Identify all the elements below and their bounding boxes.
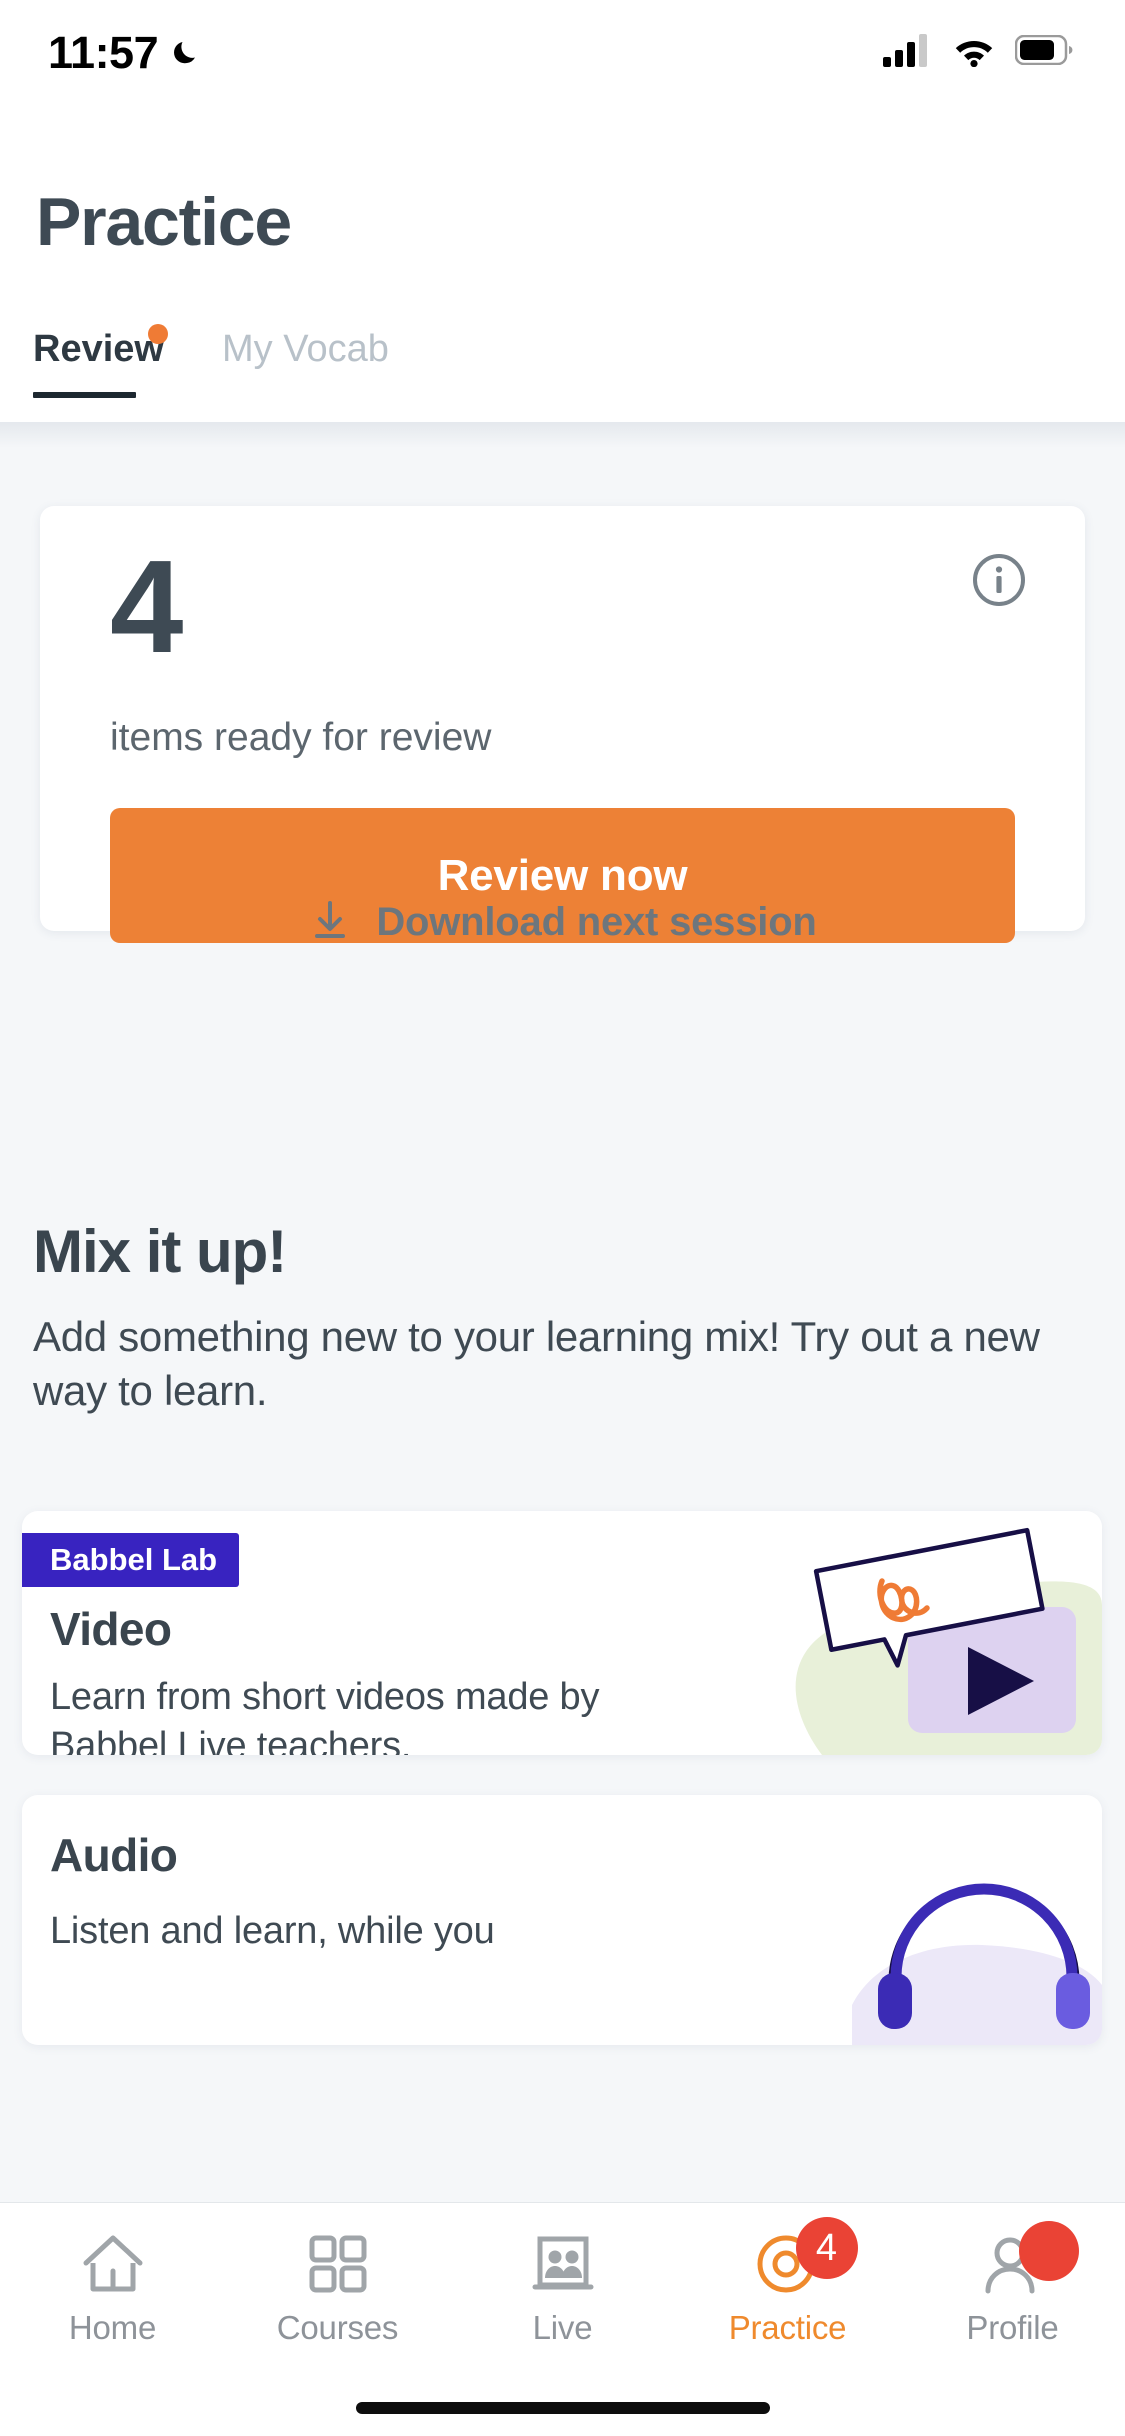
content-top-shadow bbox=[0, 422, 1125, 448]
babbel-lab-badge: Babbel Lab bbox=[22, 1533, 240, 1587]
status-bar-right bbox=[883, 33, 1073, 72]
download-next-session-label: Download next session bbox=[376, 900, 817, 944]
nav-item-courses[interactable]: Courses bbox=[225, 2203, 450, 2344]
grid-icon bbox=[307, 2231, 369, 2297]
home-indicator bbox=[355, 2402, 770, 2414]
nav-label-live: Live bbox=[532, 2309, 593, 2346]
target-icon: 4 bbox=[755, 2217, 858, 2297]
review-subtitle: items ready for review bbox=[110, 716, 492, 759]
mix-card-audio-title: Audio bbox=[50, 1829, 178, 1881]
person-icon bbox=[982, 2221, 1079, 2297]
bottom-navigation-bar: Home Courses Live 4 Practice Profile bbox=[0, 2202, 1125, 2436]
crescent-moon-icon bbox=[172, 38, 202, 68]
nav-item-live[interactable]: Live bbox=[450, 2203, 675, 2344]
wifi-icon bbox=[951, 33, 997, 72]
tab-bar: Review My Vocab bbox=[0, 324, 1125, 422]
live-people-icon bbox=[530, 2231, 596, 2297]
mix-section-title: Mix it up! bbox=[33, 1218, 287, 1285]
mix-card-video[interactable]: Babbel Lab Video Learn from short videos… bbox=[22, 1511, 1102, 1755]
nav-label-profile: Profile bbox=[966, 2309, 1059, 2346]
info-circle-icon[interactable] bbox=[971, 552, 1027, 608]
nav-badge-profile bbox=[1018, 2221, 1079, 2281]
nav-label-practice: Practice bbox=[728, 2309, 847, 2346]
status-bar-left: 11:57 bbox=[48, 30, 202, 75]
mix-card-video-description: Learn from short videos made by Babbel L… bbox=[50, 1676, 600, 1755]
status-bar: 11:57 bbox=[0, 0, 1125, 105]
nav-item-practice[interactable]: 4 Practice bbox=[675, 2203, 900, 2344]
mix-card-video-title: Video bbox=[50, 1603, 172, 1655]
battery-icon bbox=[1014, 34, 1073, 70]
home-icon bbox=[80, 2231, 146, 2297]
tab-my-vocab[interactable]: My Vocab bbox=[222, 330, 389, 368]
tab-review[interactable]: Review bbox=[33, 330, 164, 368]
page-title: Practice bbox=[36, 184, 292, 260]
mix-card-audio-description: Listen and learn, while you bbox=[50, 1910, 495, 1952]
cellular-signal-icon bbox=[883, 33, 933, 72]
review-summary-card: 4 items ready for review Review now bbox=[40, 506, 1085, 943]
status-bar-time: 11:57 bbox=[48, 27, 159, 78]
audio-headphones-illustration bbox=[682, 1795, 1102, 2045]
review-count: 4 bbox=[110, 533, 183, 680]
nav-badge-practice: 4 bbox=[795, 2217, 858, 2279]
nav-label-courses: Courses bbox=[276, 2309, 399, 2346]
mix-card-audio[interactable]: Audio Listen and learn, while you bbox=[22, 1795, 1102, 2045]
mix-section-description: Add something new to your learning mix! … bbox=[33, 1313, 1040, 1414]
nav-label-home: Home bbox=[68, 2309, 157, 2346]
review-now-button-label: Review now bbox=[437, 850, 688, 900]
nav-item-home[interactable]: Home bbox=[0, 2203, 225, 2344]
video-illustration bbox=[682, 1511, 1102, 1755]
tab-review-notification-dot bbox=[148, 324, 168, 344]
nav-item-profile[interactable]: Profile bbox=[900, 2203, 1125, 2344]
download-icon bbox=[308, 898, 352, 947]
tab-active-underline bbox=[33, 392, 136, 398]
app-screen: 11:57 Practice Review My Vocab 4 items r… bbox=[0, 0, 1125, 2436]
scroll-content[interactable]: 4 items ready for review Review now Down… bbox=[0, 422, 1125, 2402]
download-next-session-link[interactable]: Download next session bbox=[40, 898, 1085, 947]
